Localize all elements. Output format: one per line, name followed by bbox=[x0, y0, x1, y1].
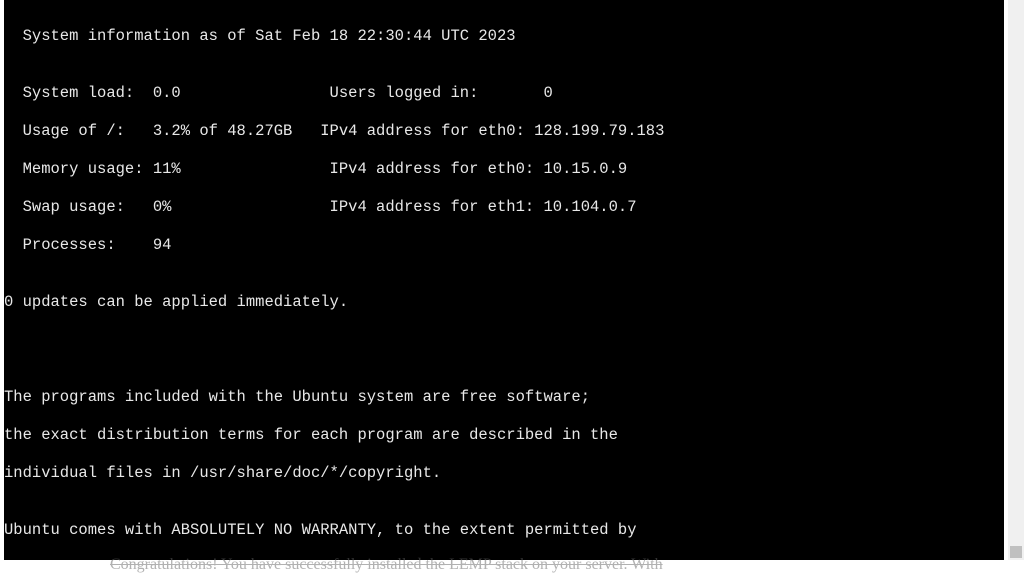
scrollbar-down-icon[interactable] bbox=[1010, 546, 1022, 558]
updates-line: 0 updates can be applied immediately. bbox=[4, 293, 1004, 312]
terminal-window[interactable]: System information as of Sat Feb 18 22:3… bbox=[4, 0, 1004, 560]
sysinfo-row: System load: 0.0 Users logged in: 0 bbox=[4, 84, 1004, 103]
legal-text: The programs included with the Ubuntu sy… bbox=[4, 388, 1004, 407]
warranty-text: Ubuntu comes with ABSOLUTELY NO WARRANTY… bbox=[4, 521, 1004, 540]
background-article-text: Congratulations! You have successfully i… bbox=[110, 556, 663, 574]
sysinfo-row: Usage of /: 3.2% of 48.27GB IPv4 address… bbox=[4, 122, 1004, 141]
page-margin bbox=[1004, 0, 1024, 576]
sysinfo-row: Processes: 94 bbox=[4, 236, 1004, 255]
sysinfo-row: Swap usage: 0% IPv4 address for eth1: 10… bbox=[4, 198, 1004, 217]
sysinfo-row: Memory usage: 11% IPv4 address for eth0:… bbox=[4, 160, 1004, 179]
scrollbar-track[interactable] bbox=[1008, 0, 1024, 560]
legal-text: the exact distribution terms for each pr… bbox=[4, 426, 1004, 445]
legal-text: individual files in /usr/share/doc/*/cop… bbox=[4, 464, 1004, 483]
sysinfo-header: System information as of Sat Feb 18 22:3… bbox=[4, 27, 1004, 46]
